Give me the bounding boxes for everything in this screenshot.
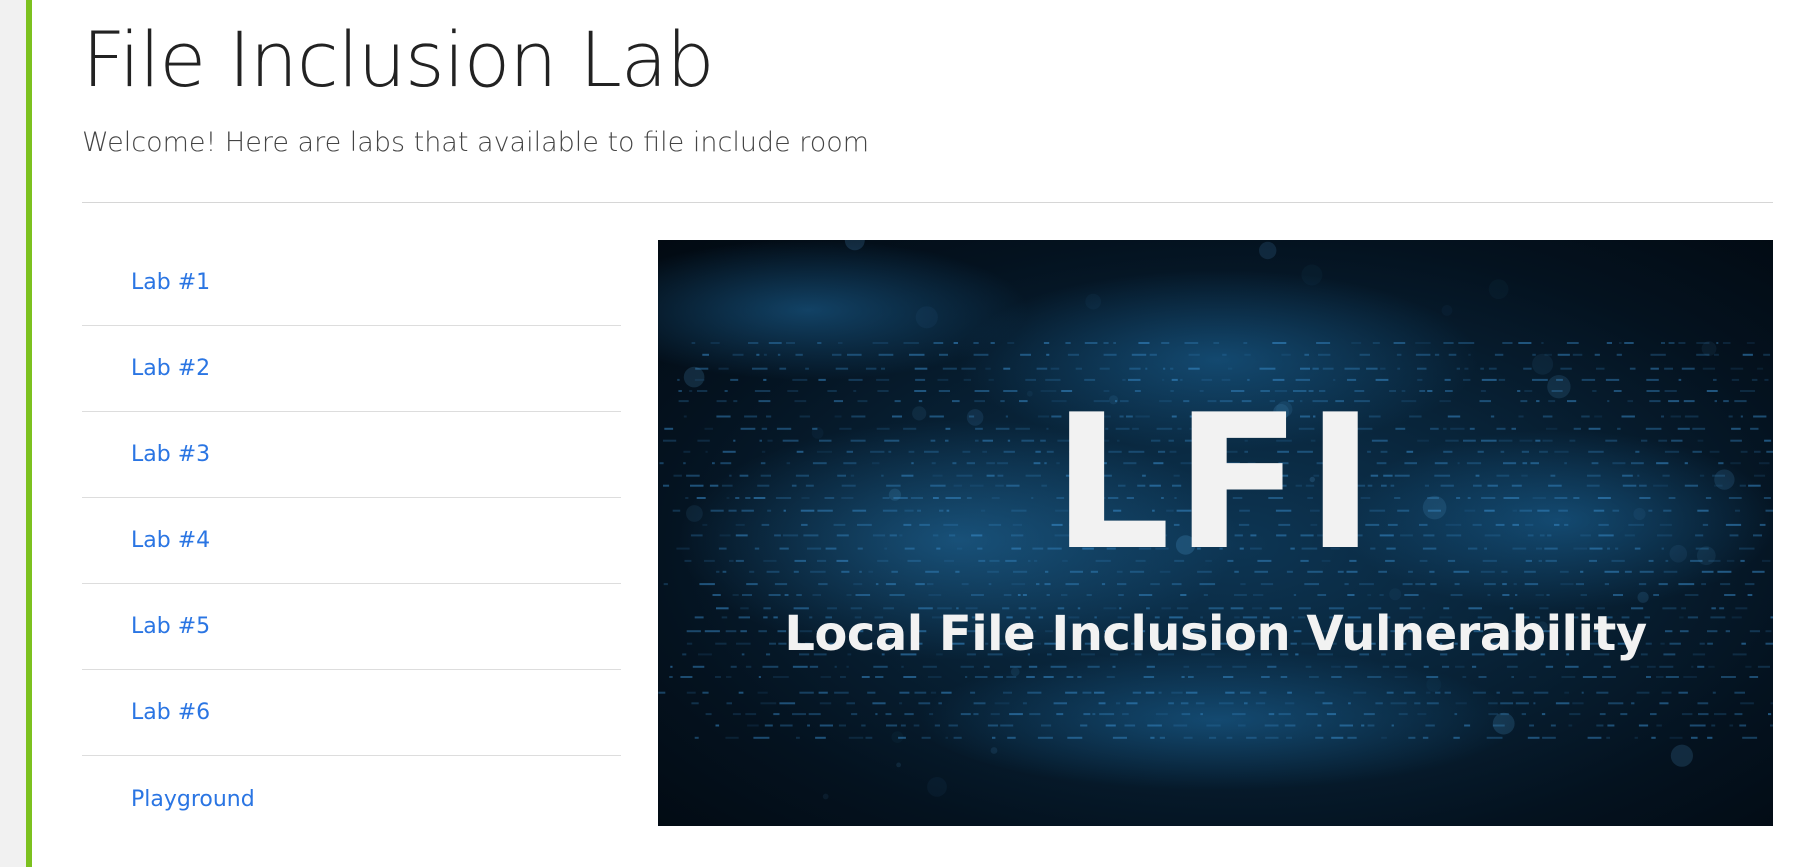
lab-list-item: Lab #5 bbox=[82, 584, 621, 670]
lab-list-item: Lab #6 bbox=[82, 670, 621, 756]
page: File Inclusion Lab Welcome! Here are lab… bbox=[0, 0, 1795, 867]
lab-4-link[interactable]: Lab #4 bbox=[131, 528, 210, 553]
accent-bar bbox=[26, 0, 32, 867]
banner-caption: Local File Inclusion Vulnerability bbox=[784, 606, 1647, 662]
lab-5-link[interactable]: Lab #5 bbox=[131, 614, 210, 639]
lab-1-link[interactable]: Lab #1 bbox=[131, 270, 210, 295]
lab-6-link[interactable]: Lab #6 bbox=[131, 700, 210, 725]
lab-list-item: Lab #1 bbox=[82, 240, 621, 326]
lab-list: Lab #1 Lab #2 Lab #3 Lab #4 Lab #5 Lab #… bbox=[82, 240, 621, 842]
lab-list-item: Lab #2 bbox=[82, 326, 621, 412]
banner-lfi-text: LFI bbox=[1052, 374, 1379, 591]
lab-list-item: Playground bbox=[82, 756, 621, 842]
lab-list-item: Lab #4 bbox=[82, 498, 621, 584]
lab-list-item: Lab #3 bbox=[82, 412, 621, 498]
lab-2-link[interactable]: Lab #2 bbox=[131, 356, 210, 381]
page-subtitle: Welcome! Here are labs that available to… bbox=[82, 127, 870, 158]
header-divider bbox=[82, 202, 1773, 203]
lab-3-link[interactable]: Lab #3 bbox=[131, 442, 210, 467]
left-gutter bbox=[0, 0, 26, 867]
playground-link[interactable]: Playground bbox=[131, 787, 255, 812]
lfi-banner-image: LFI Local File Inclusion Vulnerability bbox=[658, 240, 1773, 826]
page-title: File Inclusion Lab bbox=[82, 15, 715, 104]
